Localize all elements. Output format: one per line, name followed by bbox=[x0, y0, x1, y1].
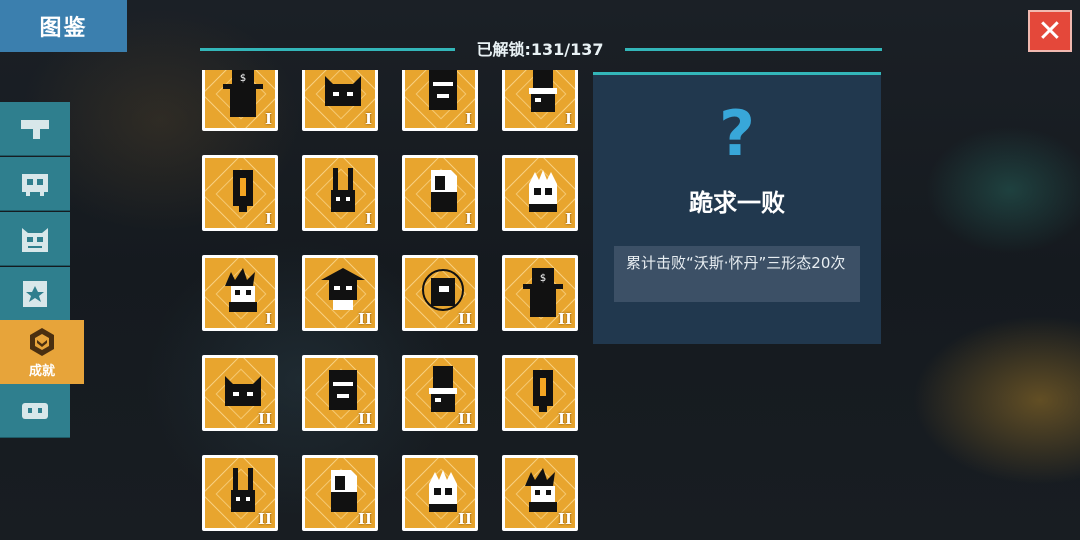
tier-label: I bbox=[464, 210, 472, 228]
tab-achievements-label: 成就 bbox=[28, 363, 55, 379]
tier-label: I bbox=[364, 110, 372, 128]
achievement-card[interactable]: II bbox=[202, 355, 278, 431]
achievement-card[interactable]: I bbox=[202, 255, 278, 331]
box-robot-icon bbox=[429, 70, 457, 110]
achievement-card[interactable]: II bbox=[502, 355, 578, 431]
chef-icon bbox=[529, 70, 557, 112]
close-icon: ✕ bbox=[1037, 13, 1063, 49]
cat-face-icon bbox=[325, 76, 361, 106]
question-mark-icon: ? bbox=[719, 97, 755, 170]
tier-label: II bbox=[357, 510, 372, 528]
rabbit-icon bbox=[331, 168, 355, 212]
achievement-card[interactable]: II bbox=[402, 455, 478, 531]
tier-label: II bbox=[557, 410, 572, 428]
achievement-card[interactable]: II bbox=[502, 455, 578, 531]
pistol-icon bbox=[21, 119, 49, 139]
tab-bosses[interactable] bbox=[0, 212, 70, 266]
tab-achievements[interactable]: 成就 bbox=[0, 320, 84, 384]
tier-label: I bbox=[264, 310, 272, 328]
pet-icon bbox=[22, 402, 48, 419]
achievement-card[interactable]: II bbox=[402, 255, 478, 331]
tab-pets[interactable] bbox=[0, 384, 70, 438]
spiky-hair-icon bbox=[225, 268, 257, 312]
skull-icon bbox=[22, 173, 48, 196]
achievement-card[interactable]: II bbox=[302, 255, 378, 331]
paper-icon bbox=[431, 170, 457, 212]
achievement-card[interactable]: I bbox=[502, 155, 578, 231]
achievement-badge-icon bbox=[30, 327, 54, 356]
star-card-icon bbox=[23, 280, 47, 307]
unlock-counter: 已解锁:131/137 bbox=[476, 40, 604, 59]
achievement-card[interactable]: $ II bbox=[502, 255, 578, 331]
achievement-card[interactable]: I bbox=[502, 70, 578, 131]
achievement-card[interactable]: I bbox=[302, 70, 378, 131]
tier-label: I bbox=[264, 110, 272, 128]
achievement-description: 累计击败“沃斯·怀丹”三形态20次 bbox=[614, 246, 860, 302]
lantern-icon bbox=[233, 170, 253, 212]
tier-label: I bbox=[464, 110, 472, 128]
achievement-name: 跪求一败 bbox=[689, 189, 785, 217]
tier-label: I bbox=[564, 210, 572, 228]
tier-label: II bbox=[557, 310, 572, 328]
tab-weapons[interactable] bbox=[0, 102, 70, 156]
tier-label: II bbox=[457, 410, 472, 428]
achievement-card[interactable]: I bbox=[402, 70, 478, 131]
achievement-card[interactable]: I bbox=[402, 155, 478, 231]
achievement-grid: $ I I I I I I I I I II II $ II II II II II II II II II bbox=[200, 70, 580, 540]
page-title: 图鉴 bbox=[0, 0, 127, 52]
close-button[interactable]: ✕ bbox=[1028, 10, 1072, 52]
tier-label: II bbox=[457, 310, 472, 328]
tier-label: I bbox=[264, 210, 272, 228]
tier-label: I bbox=[364, 210, 372, 228]
hat-dollar-icon: $ bbox=[223, 70, 263, 117]
achievement-card[interactable]: II bbox=[302, 455, 378, 531]
achievement-card[interactable]: $ I bbox=[202, 70, 278, 131]
achievement-detail-panel: ? 跪求一败 累计击败“沃斯·怀丹”三形态20次 bbox=[593, 72, 881, 344]
tab-enemies[interactable] bbox=[0, 157, 70, 211]
tier-label: II bbox=[257, 410, 272, 428]
achievement-card[interactable]: II bbox=[402, 355, 478, 431]
tier-label: II bbox=[257, 510, 272, 528]
tier-label: I bbox=[564, 110, 572, 128]
svg-text:$: $ bbox=[540, 273, 546, 284]
achievement-card[interactable]: I bbox=[302, 155, 378, 231]
header-divider-left bbox=[200, 48, 455, 51]
svg-text:$: $ bbox=[240, 73, 246, 84]
achievement-card[interactable]: I bbox=[202, 155, 278, 231]
tier-label: II bbox=[357, 410, 372, 428]
flame-skull-icon bbox=[529, 170, 557, 212]
achievement-card[interactable]: II bbox=[302, 355, 378, 431]
header-divider-right bbox=[625, 48, 882, 51]
boss-icon bbox=[22, 227, 48, 252]
tier-label: II bbox=[557, 510, 572, 528]
tier-label: II bbox=[357, 310, 372, 328]
tab-items[interactable] bbox=[0, 267, 70, 321]
tier-label: II bbox=[457, 510, 472, 528]
achievement-card[interactable]: II bbox=[202, 455, 278, 531]
